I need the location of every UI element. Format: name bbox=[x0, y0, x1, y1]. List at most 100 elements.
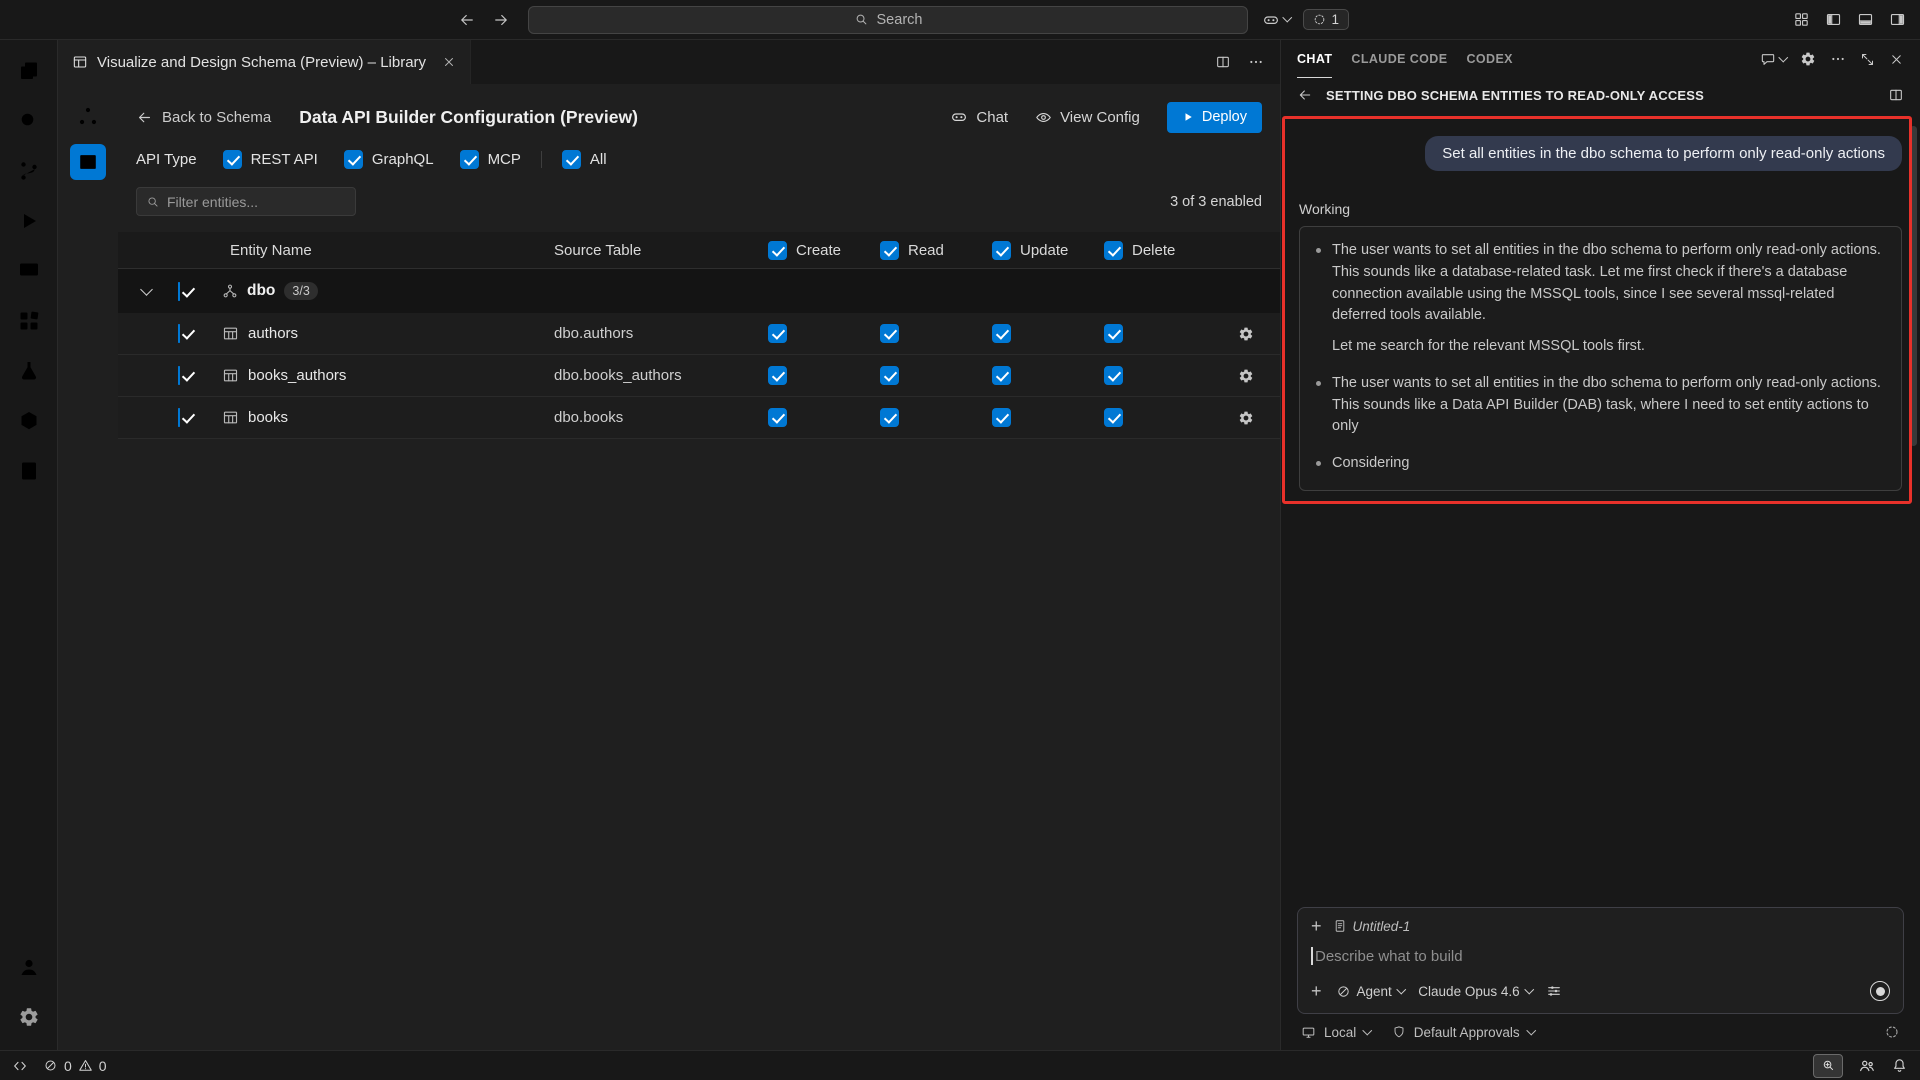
mode-picker[interactable]: Agent bbox=[1336, 984, 1405, 999]
checkbox[interactable] bbox=[223, 150, 242, 169]
read-checkbox[interactable] bbox=[880, 366, 899, 385]
deploy-button[interactable]: Deploy bbox=[1167, 102, 1262, 133]
back-arrow-icon[interactable] bbox=[1297, 87, 1313, 103]
run-debug-icon[interactable] bbox=[5, 198, 53, 244]
checkbox[interactable] bbox=[344, 150, 363, 169]
back-arrow-icon[interactable] bbox=[458, 11, 476, 29]
prompt-input[interactable]: Describe what to build bbox=[1311, 947, 1890, 965]
explorer-icon[interactable] bbox=[5, 48, 53, 94]
view-config-button[interactable]: View Config bbox=[1035, 109, 1140, 126]
add-context-button[interactable]: + bbox=[1311, 917, 1322, 935]
settings-gear-icon[interactable] bbox=[5, 994, 53, 1040]
model-picker[interactable]: Claude Opus 4.6 bbox=[1418, 984, 1532, 999]
action-column-header[interactable]: Read bbox=[876, 241, 988, 260]
delete-checkbox[interactable] bbox=[1104, 408, 1123, 427]
visualize-schema-tool[interactable] bbox=[70, 98, 106, 134]
entity-row[interactable]: books_authors dbo.books_authors bbox=[118, 355, 1280, 397]
toggle-panel-icon[interactable] bbox=[1857, 11, 1874, 28]
entity-checkbox[interactable] bbox=[178, 408, 180, 427]
editor-tab[interactable]: Visualize and Design Schema (Preview) – … bbox=[58, 40, 471, 84]
checkbox[interactable] bbox=[562, 150, 581, 169]
remote-indicator-icon[interactable] bbox=[12, 1058, 28, 1074]
delete-checkbox[interactable] bbox=[1104, 324, 1123, 343]
toggle-sidebar-left-icon[interactable] bbox=[1825, 11, 1842, 28]
chat-input-box[interactable]: + Untitled-1 Describe what to build + Ag… bbox=[1297, 907, 1904, 1014]
thinking-box[interactable]: The user wants to set all entities in th… bbox=[1299, 226, 1902, 491]
command-center-search[interactable]: Search bbox=[528, 6, 1248, 34]
chat-tab[interactable]: CHAT bbox=[1297, 40, 1332, 78]
update-checkbox[interactable] bbox=[992, 408, 1011, 427]
chat-button[interactable]: Chat bbox=[950, 108, 1008, 126]
action-column-header[interactable]: Update bbox=[988, 241, 1100, 260]
api-type-option[interactable]: GraphQL bbox=[344, 150, 434, 169]
remote-monitor-icon[interactable] bbox=[5, 248, 53, 294]
new-chat-dropdown[interactable] bbox=[1760, 51, 1787, 67]
expand-chat-icon[interactable] bbox=[1860, 52, 1875, 67]
package-cube-icon[interactable] bbox=[5, 398, 53, 444]
zoom-indicator-button[interactable] bbox=[1813, 1054, 1843, 1078]
search-icon[interactable] bbox=[5, 98, 53, 144]
action-column-header[interactable]: Create bbox=[764, 241, 876, 260]
checkbox[interactable] bbox=[460, 150, 479, 169]
update-checkbox[interactable] bbox=[992, 366, 1011, 385]
entity-row[interactable]: books dbo.books bbox=[118, 397, 1280, 439]
column-checkbox[interactable] bbox=[768, 241, 787, 260]
more-actions-icon[interactable] bbox=[1830, 51, 1846, 67]
account-icon[interactable] bbox=[5, 944, 53, 990]
create-checkbox[interactable] bbox=[768, 366, 787, 385]
column-checkbox[interactable] bbox=[1104, 241, 1123, 260]
create-checkbox[interactable] bbox=[768, 408, 787, 427]
chat-scrollbar-thumb[interactable] bbox=[1910, 126, 1917, 446]
notebook-icon[interactable] bbox=[5, 448, 53, 494]
schema-group-row[interactable]: dbo 3/3 bbox=[118, 269, 1280, 313]
action-column-header[interactable]: Delete bbox=[1100, 241, 1212, 260]
back-to-schema-link[interactable]: Back to Schema bbox=[136, 109, 271, 126]
environment-picker[interactable]: Local bbox=[1301, 1025, 1371, 1040]
filter-text-field[interactable] bbox=[167, 194, 346, 210]
toggle-sidebar-right-icon[interactable] bbox=[1889, 11, 1906, 28]
notifications-bell-icon[interactable] bbox=[1891, 1057, 1908, 1074]
context-chip[interactable]: Untitled-1 bbox=[1333, 919, 1411, 934]
accounts-people-icon[interactable] bbox=[1858, 1057, 1876, 1075]
entity-checkbox[interactable] bbox=[178, 366, 180, 385]
forward-arrow-icon[interactable] bbox=[492, 11, 510, 29]
column-checkbox[interactable] bbox=[992, 241, 1011, 260]
read-checkbox[interactable] bbox=[880, 324, 899, 343]
group-checkbox[interactable] bbox=[178, 282, 180, 301]
source-control-icon[interactable] bbox=[5, 148, 53, 194]
close-icon[interactable] bbox=[1889, 52, 1904, 67]
entity-checkbox[interactable] bbox=[178, 324, 180, 343]
extensions-icon[interactable] bbox=[5, 298, 53, 344]
gear-icon[interactable] bbox=[1238, 368, 1254, 384]
send-record-button[interactable] bbox=[1870, 981, 1890, 1001]
customize-layout-icon[interactable] bbox=[1793, 11, 1810, 28]
chat-tab[interactable]: CLAUDE CODE bbox=[1351, 40, 1447, 78]
filter-entities-input[interactable] bbox=[136, 187, 356, 216]
chat-settings-gear-icon[interactable] bbox=[1800, 51, 1816, 67]
delete-checkbox[interactable] bbox=[1104, 366, 1123, 385]
approvals-picker[interactable]: Default Approvals bbox=[1392, 1025, 1534, 1040]
open-session-in-editor-icon[interactable] bbox=[1888, 87, 1904, 103]
attach-button[interactable]: + bbox=[1311, 982, 1322, 1000]
expand-chevron[interactable] bbox=[118, 289, 174, 294]
api-type-option[interactable]: REST API bbox=[223, 150, 318, 169]
api-type-option[interactable]: MCP bbox=[460, 150, 521, 169]
gear-icon[interactable] bbox=[1238, 410, 1254, 426]
gear-icon[interactable] bbox=[1238, 326, 1254, 342]
close-icon[interactable] bbox=[442, 55, 456, 69]
copilot-menu-button[interactable] bbox=[1262, 11, 1291, 29]
create-checkbox[interactable] bbox=[768, 324, 787, 343]
session-sync-icon[interactable] bbox=[1884, 1024, 1900, 1040]
configure-api-tool[interactable] bbox=[70, 144, 106, 180]
split-editor-icon[interactable] bbox=[1215, 54, 1231, 70]
testing-beaker-icon[interactable] bbox=[5, 348, 53, 394]
tools-sliders-icon[interactable] bbox=[1546, 983, 1562, 999]
column-checkbox[interactable] bbox=[880, 241, 899, 260]
api-type-all-option[interactable]: All bbox=[562, 150, 607, 169]
entity-row[interactable]: authors dbo.authors bbox=[118, 313, 1280, 355]
update-checkbox[interactable] bbox=[992, 324, 1011, 343]
more-actions-icon[interactable] bbox=[1248, 54, 1264, 70]
read-checkbox[interactable] bbox=[880, 408, 899, 427]
problems-indicator[interactable]: 0 0 bbox=[43, 1058, 107, 1074]
session-count-chip[interactable]: 1 bbox=[1303, 9, 1350, 30]
